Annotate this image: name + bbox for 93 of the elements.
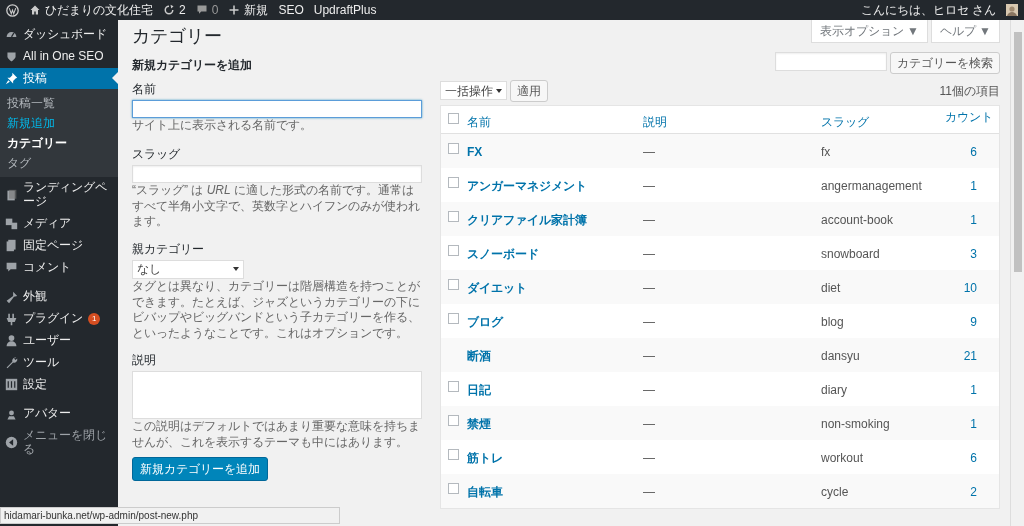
sidebar-item[interactable]: ツール — [0, 351, 118, 374]
admin-bar-link[interactable]: UpdraftPlus — [313, 1, 377, 19]
count-link[interactable]: 2 — [941, 482, 999, 501]
category-name-link[interactable]: 断酒 — [467, 346, 643, 365]
sidebar-item[interactable]: メニューを閉じる — [0, 425, 118, 461]
form-heading: 新規カテゴリーを追加 — [132, 56, 253, 74]
sidebar-item[interactable]: ランディングページ — [0, 177, 118, 213]
sidebar-item[interactable]: ダッシュボード — [0, 24, 118, 46]
table-cell-text: angermanagement — [821, 177, 923, 195]
help-text: サイト上に表示される名前です。 — [132, 117, 313, 134]
table-cell-text: — — [643, 211, 656, 229]
table-cell-text: dansyu — [821, 347, 861, 365]
category-name-link[interactable]: クリアファイル家計簿 — [467, 210, 643, 229]
table-cell-text: snowboard — [821, 245, 881, 263]
table-cell-text: — — [643, 483, 656, 501]
count-link[interactable]: 9 — [941, 312, 999, 331]
table-cell-text: account-book — [821, 211, 895, 229]
submit-button[interactable]: 新規カテゴリーを追加 — [132, 456, 268, 481]
submenu-item[interactable]: 投稿一覧 — [0, 93, 118, 114]
table-cell-text: — — [643, 279, 656, 297]
site-name-link[interactable]: ひだまりの文化住宅 — [29, 1, 153, 19]
category-name-link[interactable]: 禁煙 — [467, 414, 643, 433]
comments-link[interactable]: 0 — [195, 1, 219, 19]
help-text: タグとは異なり、カテゴリーは階層構造を持つことができます。たとえば、ジャズというカテゴリーの下にビバップやビッグバンドという子カテゴリーを作る、といったようなことです。これはオプションです。 — [132, 278, 421, 342]
column-header[interactable]: カウント — [941, 107, 999, 126]
table-cell-text: — — [643, 245, 656, 263]
column-header[interactable]: 名前 — [467, 112, 643, 131]
help-text: “スラッグ” は URL に適した形式の名前です。通常はすべて半角小文字で、英数字とハイフンのみが使われます。 — [132, 183, 421, 230]
count-link[interactable]: 1 — [941, 414, 999, 433]
new-link[interactable]: 新規 — [228, 1, 269, 19]
table-cell-text: diet — [821, 279, 842, 297]
sidebar-item[interactable]: コメント — [0, 256, 118, 279]
screen-options-tab[interactable]: ヘルプ ▼ — [930, 20, 1000, 43]
updates-link[interactable]: 2 — [163, 1, 186, 19]
bulk-action-select[interactable]: 一括操作 — [440, 81, 507, 101]
count-link[interactable]: 3 — [941, 244, 999, 263]
table-cell-text: — — [643, 449, 656, 467]
table-cell-text: — — [643, 347, 656, 365]
category-name-link[interactable]: FX — [467, 142, 643, 161]
count-link[interactable]: 1 — [941, 380, 999, 399]
category-name-link[interactable]: ダイエット — [467, 278, 643, 297]
search-button[interactable]: カテゴリーを検索 — [890, 51, 1000, 74]
field-label: 説明 — [132, 352, 157, 370]
count-link[interactable]: 1 — [941, 210, 999, 229]
table-cell-text: blog — [821, 313, 845, 331]
table-cell-text: — — [643, 177, 656, 195]
table-cell-text: — — [643, 415, 656, 433]
column-header[interactable]: 説明 — [643, 112, 821, 131]
sidebar-item[interactable]: 固定ページ — [0, 234, 118, 257]
apply-button[interactable]: 適用 — [510, 79, 548, 102]
screen-options-tab[interactable]: 表示オプション ▼ — [810, 20, 928, 43]
page-title: カテゴリー — [132, 26, 222, 48]
table-cell-text: — — [643, 313, 656, 331]
sidebar-item[interactable]: ユーザー — [0, 329, 118, 352]
sidebar-item[interactable]: アバター — [0, 403, 118, 426]
category-name-link[interactable]: スノーボード — [467, 244, 643, 263]
table-cell-text: non-smoking — [821, 415, 891, 433]
sidebar-item[interactable]: 外観 — [0, 286, 118, 309]
category-name-link[interactable]: 日記 — [467, 380, 643, 399]
category-name-link[interactable]: 自転車 — [467, 482, 643, 501]
field-label: 親カテゴリー — [132, 240, 205, 258]
table-cell-text: cycle — [821, 483, 850, 501]
help-text: この説明はデフォルトではあまり重要な意味を持ちませんが、これを表示するテーマも中にはあります。 — [132, 419, 421, 451]
table-cell-text: fx — [821, 143, 832, 161]
category-name-link[interactable]: ブログ — [467, 312, 643, 331]
count-link[interactable]: 10 — [941, 278, 999, 297]
column-header[interactable]: スラッグ — [821, 112, 941, 131]
sidebar-item[interactable]: 設定 — [0, 373, 118, 396]
table-cell-text: — — [643, 381, 656, 399]
count-link[interactable]: 1 — [941, 176, 999, 195]
submenu-item[interactable]: 新規追加 — [0, 113, 118, 134]
sidebar-item[interactable]: All in One SEO — [0, 45, 118, 68]
update-count-badge: 1 — [88, 313, 101, 326]
status-url: hidamari-bunka.net/wp-admin/post-new.php — [0, 507, 340, 524]
table-cell-text: diary — [821, 381, 848, 399]
category-name-link[interactable]: アンガーマネジメント — [467, 176, 643, 195]
count-link[interactable]: 6 — [941, 142, 999, 161]
submenu-item[interactable]: カテゴリー — [0, 133, 118, 154]
parent-select[interactable]: なし — [132, 259, 244, 279]
count-link[interactable]: 6 — [941, 448, 999, 467]
admin-bar-link[interactable]: SEO — [278, 1, 304, 19]
greeting-link[interactable]: こんにちは、ヒロセ さん — [860, 1, 996, 19]
sidebar-item[interactable]: 投稿 — [0, 67, 118, 90]
category-name-link[interactable]: 筋トレ — [467, 448, 643, 467]
sidebar-item[interactable]: プラグイン 1 — [0, 308, 118, 330]
count-link[interactable]: 21 — [941, 346, 999, 365]
field-label: 名前 — [132, 80, 157, 98]
field-label: スラッグ — [132, 146, 181, 164]
sidebar-item[interactable]: メディア — [0, 213, 118, 235]
table-cell-text: workout — [821, 449, 865, 467]
submenu-item[interactable]: タグ — [0, 153, 118, 174]
item-count: 11個の項目 — [939, 82, 1000, 100]
table-cell-text: — — [643, 143, 656, 161]
